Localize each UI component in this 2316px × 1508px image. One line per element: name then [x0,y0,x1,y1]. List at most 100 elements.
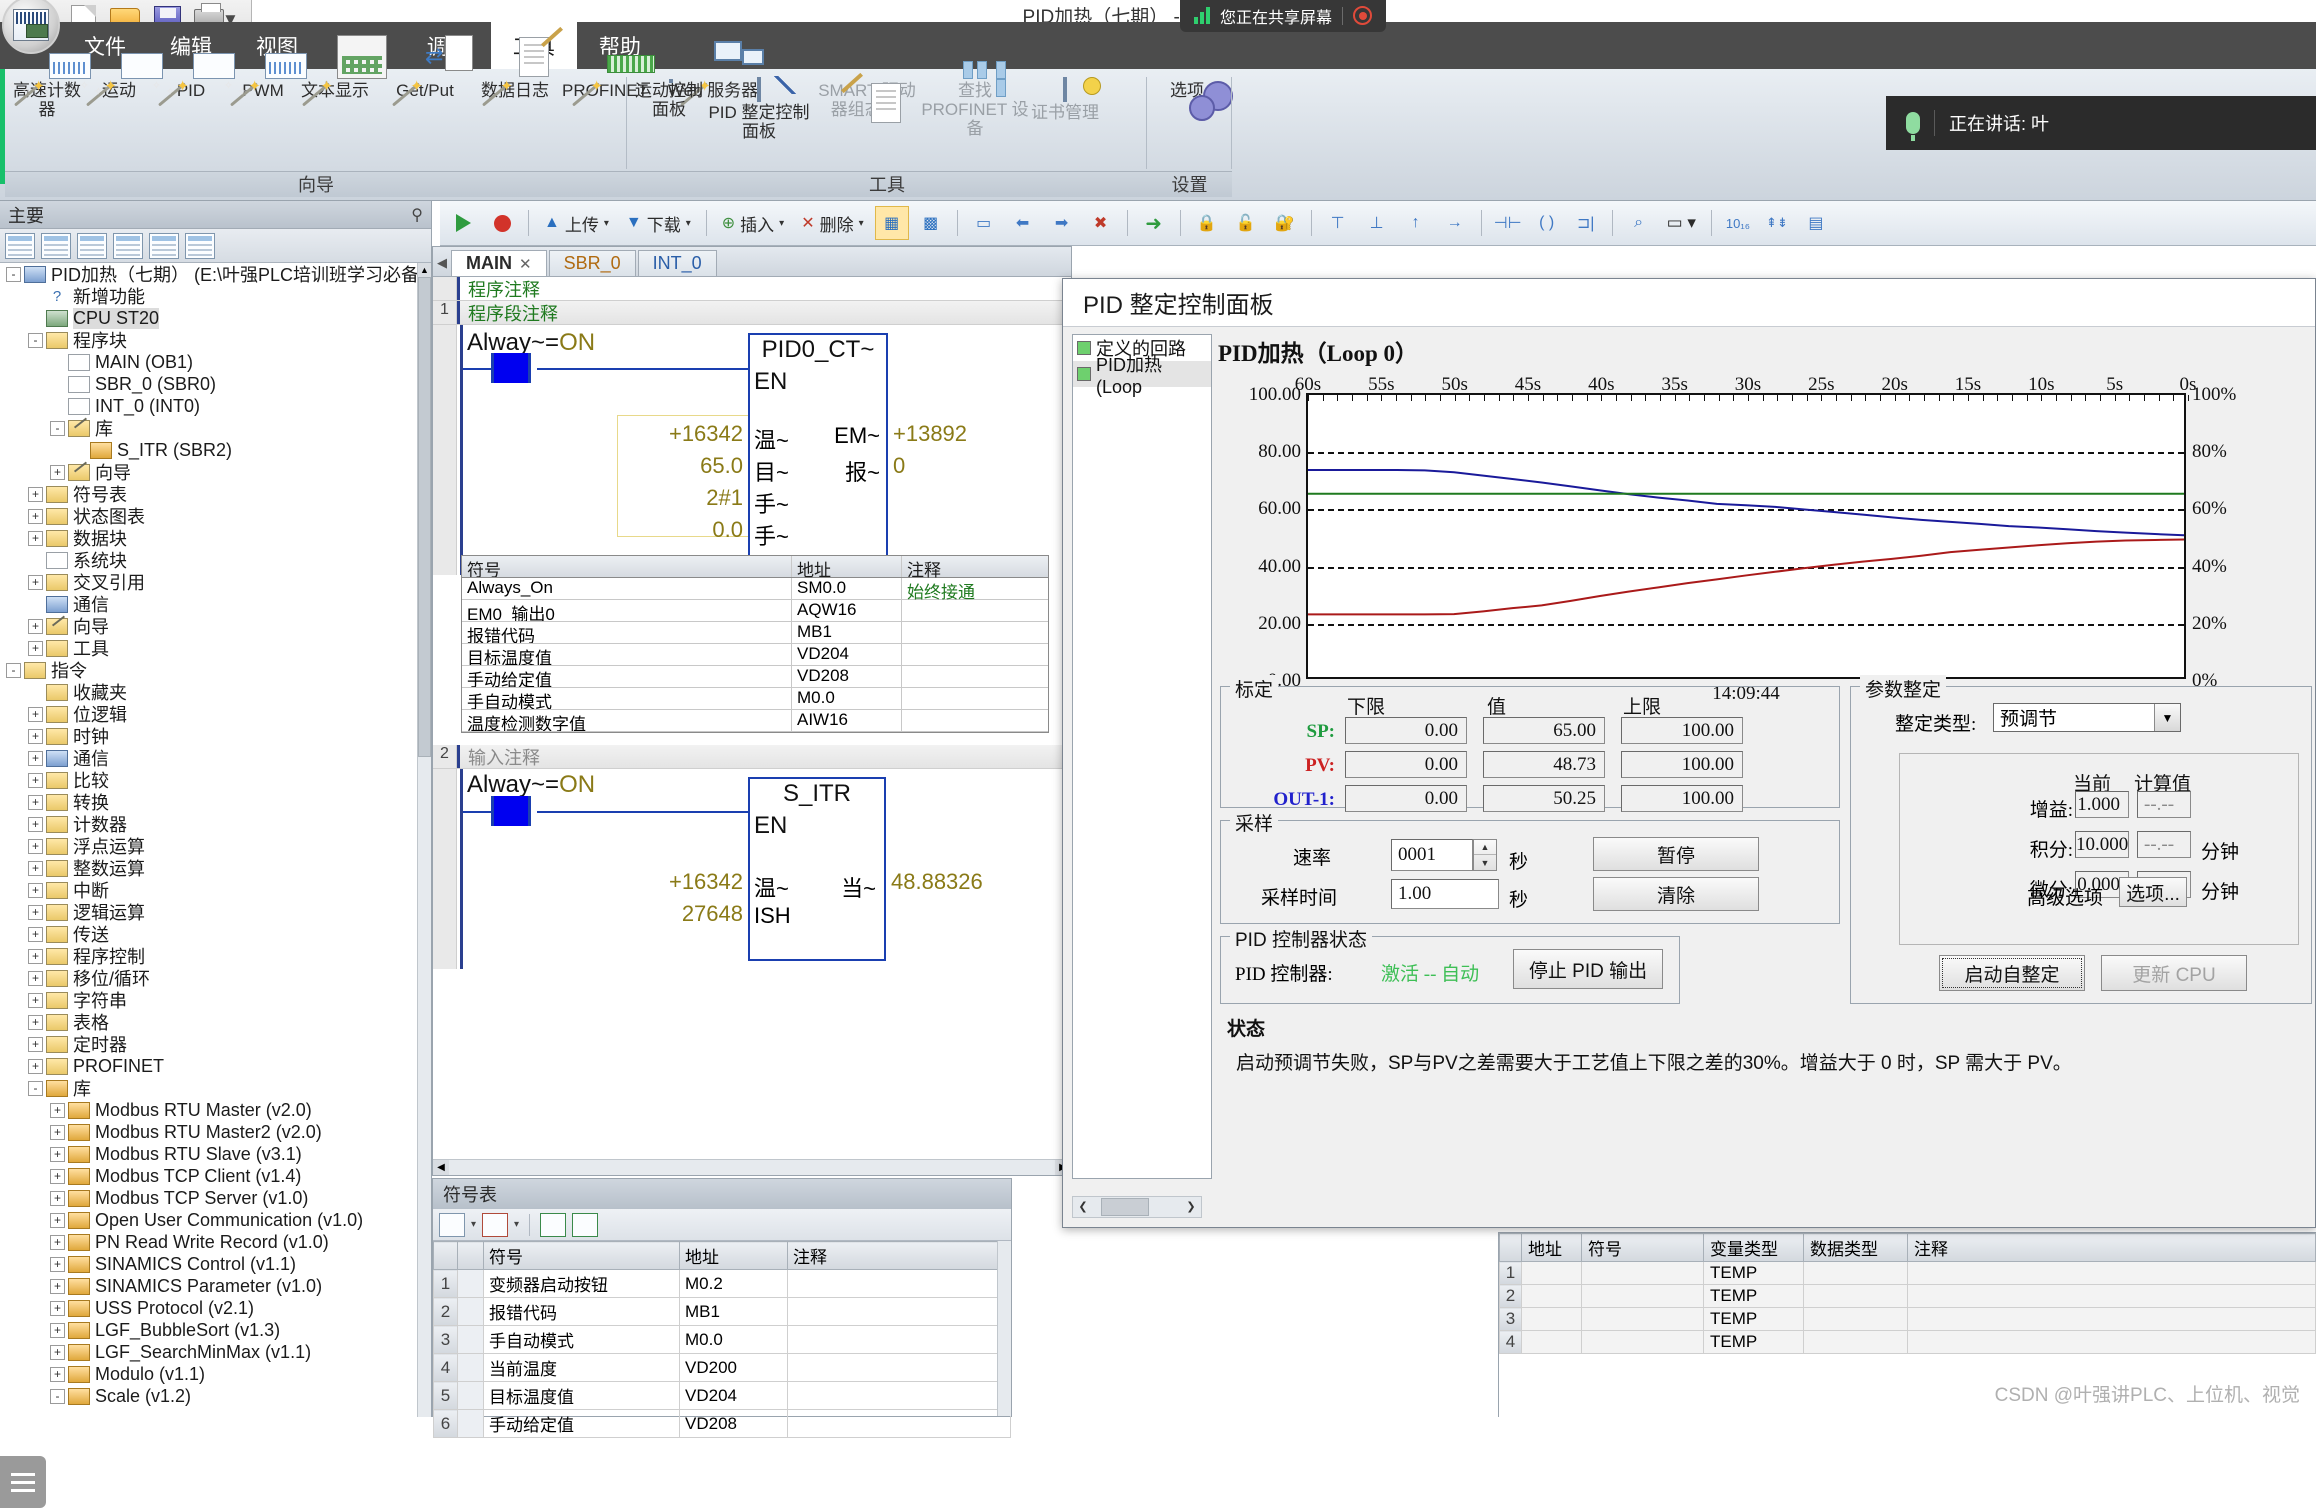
tree-node[interactable]: + 字符串 [0,989,417,1011]
pid-loop-list-scrollbar[interactable]: ❮ ❯ [1072,1196,1202,1218]
cell-data-type[interactable] [1803,1261,1908,1285]
table-row[interactable]: EM0_输出0 AQW16 [462,600,1048,622]
expand-icon[interactable]: + [28,992,43,1008]
symbol-table[interactable]: 符号 地址 注释 1 变频器启动按钮 M0.2 2 报错代码 MB1 3 手自动模式 M0.0 4… [433,1241,1011,1438]
tuning-type-select[interactable]: 预调节 ▼ [1993,703,2181,732]
project-tree-scrollbar[interactable]: ▲ [417,263,431,1417]
expand-icon[interactable]: + [28,970,43,986]
delete-row-button[interactable] [482,1212,509,1237]
collapse-icon[interactable]: - [50,420,65,436]
screen-share-badge[interactable]: 您正在共享屏幕 [1180,0,1387,32]
insert-button[interactable]: ⊕ 插入 ▾ [716,206,790,240]
display-mode-button[interactable]: ▭ ▾ [1661,206,1702,240]
zoom-button[interactable]: ⌕ [1622,206,1656,240]
tree-monitor-button[interactable] [185,232,215,259]
tree-node[interactable]: + 比较 [0,769,417,791]
cell-symbol[interactable] [1581,1307,1704,1331]
loop-list-item-1[interactable]: PID加热 (Loop [1073,355,1211,397]
cell-data-type[interactable] [1803,1307,1908,1331]
trend-button[interactable]: ⇞⇟ [1760,206,1794,240]
cell-comment[interactable] [1907,1284,2316,1308]
expand-icon[interactable]: + [28,750,43,766]
tree-node[interactable]: + Modbus TCP Server (v1.0) [0,1187,417,1209]
tree-node[interactable]: + 向导 [0,461,417,483]
tab-main[interactable]: MAIN ✕ [451,250,547,276]
tree-node[interactable]: + Modulo (v1.1) [0,1363,417,1385]
tree-view-button[interactable] [5,232,35,259]
table-button[interactable]: ▤ [1799,206,1833,240]
tree-node[interactable]: MAIN (OB1) [0,351,417,373]
table-row[interactable]: 2 报错代码 MB1 [433,1297,1011,1326]
align-top-button[interactable]: ⊤ [1321,206,1355,240]
upload-button[interactable]: ▲ 上传 ▾ [538,206,615,240]
sampling-time-input[interactable]: 1.00 [1391,879,1499,909]
tree-node[interactable]: INT_0 (INT0) [0,395,417,417]
tree-node[interactable]: + Modbus TCP Client (v1.4) [0,1165,417,1187]
tree-node[interactable]: + 中断 [0,879,417,901]
tab-int_0[interactable]: INT_0 [637,250,717,276]
cell-var-type[interactable]: TEMP [1703,1330,1804,1354]
expand-icon[interactable]: + [28,838,43,854]
unlock-button[interactable]: 🔓 [1229,206,1263,240]
table-row[interactable]: 1 TEMP [1499,1261,2316,1285]
tree-node[interactable]: + 整数运算 [0,857,417,879]
expand-icon[interactable]: + [50,1168,65,1184]
ribbon-item-wizard-datalog[interactable]: ✦ 数据日志 [479,26,563,175]
cell-data-type[interactable] [1803,1330,1908,1354]
cell-comment[interactable] [787,1297,1011,1326]
run-button[interactable] [446,206,480,240]
cell-address[interactable] [1521,1284,1582,1308]
rung1-contact[interactable] [491,353,531,383]
prev-button[interactable]: ⬅ [1006,206,1040,240]
expand-icon[interactable]: + [50,1124,65,1140]
tree-node[interactable]: + 时钟 [0,725,417,747]
cell-address[interactable]: MB1 [679,1297,788,1326]
start-autotune-button[interactable]: 启动自整定 [1939,955,2085,991]
table-row[interactable]: 手动给定值 VD208 [462,666,1048,688]
ladder-canvas[interactable]: 程序注释 1 程序段注释 Alway~=ON PID0_CT~ EN 温~ 目~… [433,277,1071,1159]
expand-icon[interactable]: + [28,706,43,722]
expand-icon[interactable]: + [28,904,43,920]
expand-icon[interactable]: + [28,728,43,744]
tree-node[interactable]: ? 新增功能 [0,285,417,307]
table-row[interactable]: 报错代码 MB1 [462,622,1048,644]
pid-loop-list[interactable]: 定义的回路 PID加热 (Loop [1072,334,1212,1179]
pin-icon[interactable]: ⚲ [411,205,423,225]
go-button[interactable]: ➜ [1137,206,1171,240]
remove-comment-button[interactable]: ✖ [1084,206,1118,240]
calibration-upper-0[interactable]: 100.00 [1621,717,1743,744]
table-row[interactable]: 温度检测数字值 AIW16 [462,710,1048,732]
pause-button[interactable]: 暂停 [1593,837,1759,871]
ladder-view-button[interactable]: ▦ [874,206,909,240]
rung2-contact[interactable] [491,796,531,826]
ribbon-item-wizard-pwm[interactable]: ✦ ✧ ✧ PWM [224,53,307,175]
cell-address[interactable]: M0.0 [679,1325,788,1354]
expand-icon[interactable]: + [28,508,43,524]
symbol-table-scrollbar[interactable] [997,1241,1011,1416]
delete-button[interactable]: ✕ 删除 ▾ [795,206,869,240]
calibration-value-2[interactable]: 50.25 [1483,785,1605,812]
align-bottom-button[interactable]: ⊥ [1360,206,1394,240]
ribbon-item-smart-drive-config[interactable]: SMART 驱动器组态 ▼ [813,72,921,175]
tree-node[interactable]: + PROFINET [0,1055,417,1077]
cell-var-type[interactable]: TEMP [1703,1284,1804,1308]
tree-node[interactable]: 收藏夹 [0,681,417,703]
hex-button[interactable]: 10₁₆ [1721,206,1755,240]
rung1-function-block[interactable]: PID0_CT~ EN 温~ 目~ 手~ 手~ EM~ 报~ [748,333,888,573]
tree-node[interactable]: + SINAMICS Parameter (v1.0) [0,1275,417,1297]
expand-icon[interactable]: + [50,1190,65,1206]
cell-symbol[interactable]: 当前温度 [483,1353,680,1382]
cell-symbol[interactable]: 报错代码 [483,1297,680,1326]
cell-symbol[interactable]: 变频器启动按钮 [483,1269,680,1298]
tree-node[interactable]: + LGF_BubbleSort (v1.3) [0,1319,417,1341]
tree-node[interactable]: + 工具 [0,637,417,659]
calibration-value-1[interactable]: 48.73 [1483,751,1605,778]
scroll-right-icon[interactable]: ❯ [1181,1197,1201,1217]
cell-symbol[interactable] [1581,1330,1704,1354]
calibration-value-0[interactable]: 65.00 [1483,717,1605,744]
collapse-icon[interactable]: - [6,266,21,282]
cell-var-type[interactable]: TEMP [1703,1307,1804,1331]
cell-address[interactable]: VD208 [679,1409,788,1438]
tree-node[interactable]: + 移位/循环 [0,967,417,989]
cell-symbol[interactable]: 手动给定值 [483,1409,680,1438]
